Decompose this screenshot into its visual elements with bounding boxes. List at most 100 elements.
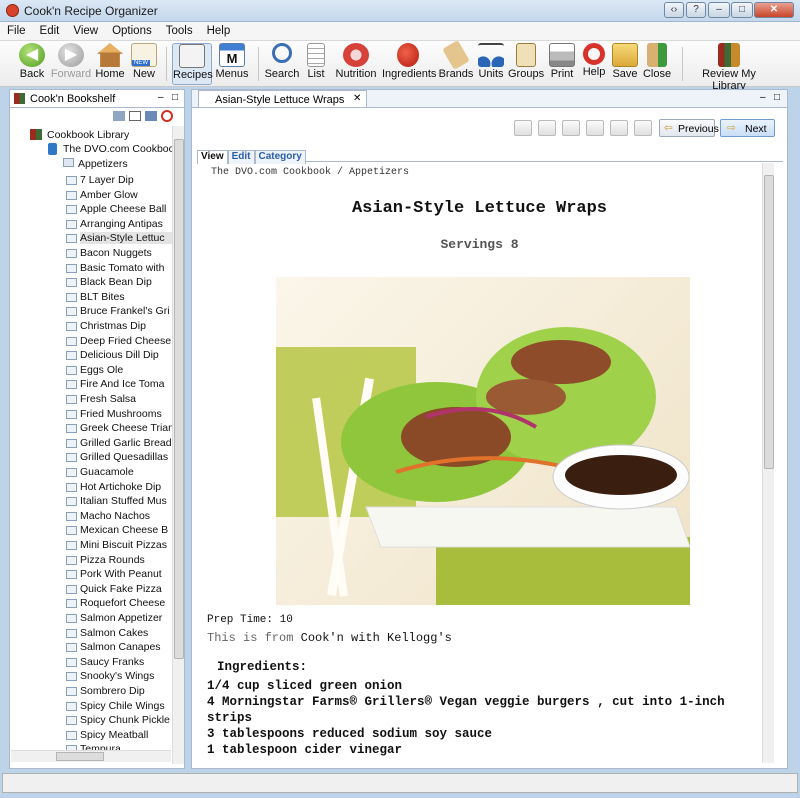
window-extra-icon[interactable]: ‹› — [664, 2, 684, 18]
tree-recipe-item[interactable]: Macho Nachos — [80, 510, 172, 522]
tree-recipe-item[interactable]: Sombrero Dip — [80, 685, 172, 697]
menu-options[interactable]: Options — [105, 22, 159, 37]
window-help-icon[interactable]: ? — [686, 2, 706, 18]
nutrition-button[interactable]: Nutrition — [334, 43, 378, 85]
tree-recipe-item[interactable]: Pork With Peanut — [80, 568, 172, 580]
menu-help[interactable]: Help — [200, 22, 238, 37]
maximize-panel-icon[interactable]: □ — [172, 92, 178, 103]
previous-button[interactable]: ⇦ Previous — [659, 119, 719, 137]
tree-recipe-item[interactable]: Spicy Chunk Pickle — [80, 714, 172, 726]
menus-button[interactable]: M Menus — [214, 43, 250, 85]
back-button[interactable]: ◀ Back — [14, 43, 50, 85]
recipes-button[interactable]: Recipes — [172, 43, 213, 85]
tree-recipe-item[interactable]: Snooky's Wings — [80, 670, 172, 682]
tree-category-appetizers[interactable]: Appetizers — [78, 158, 128, 170]
tree-recipe-item[interactable]: Salmon Cakes — [80, 627, 172, 639]
tree-recipe-item[interactable]: Hot Artichoke Dip — [80, 481, 172, 493]
menu-file[interactable]: File — [0, 22, 33, 37]
tree-recipe-item[interactable]: Christmas Dip — [80, 320, 172, 332]
tab-edit[interactable]: Edit — [227, 150, 255, 164]
tree-recipe-item[interactable]: Fried Mushrooms — [80, 408, 172, 420]
bookshelf-tool-icon[interactable] — [113, 111, 125, 121]
tree-recipe-item[interactable]: 7 Layer Dip — [80, 174, 172, 186]
nav-last-icon[interactable] — [634, 120, 652, 136]
tab-view[interactable]: View — [197, 150, 228, 164]
nav-icon[interactable] — [538, 120, 556, 136]
tree-recipe-item[interactable]: Grilled Quesadillas — [80, 451, 172, 463]
bookshelf-vertical-scrollbar[interactable] — [172, 126, 184, 764]
tree-recipe-item[interactable]: Salmon Appetizer — [80, 612, 172, 624]
next-button[interactable]: ⇨ Next — [720, 119, 775, 137]
tree-recipe-item[interactable]: Guacamole — [80, 466, 172, 478]
tree-recipe-item[interactable]: Fresh Salsa — [80, 393, 172, 405]
tree-recipe-item[interactable]: Eggs Ole — [80, 364, 172, 376]
save-button[interactable]: Save — [610, 43, 640, 85]
collapse-all-icon[interactable] — [129, 111, 141, 121]
previous-label: Previous — [678, 123, 719, 135]
nav-icon[interactable] — [610, 120, 628, 136]
nav-first-icon[interactable] — [514, 120, 532, 136]
scrollbar-thumb[interactable] — [764, 175, 774, 469]
tree-recipe-item[interactable]: Spicy Chile Wings — [80, 700, 172, 712]
print-button[interactable]: Print — [546, 43, 578, 85]
groups-button[interactable]: Groups — [508, 43, 544, 85]
delete-icon[interactable] — [161, 110, 173, 122]
tree-recipe-item[interactable]: Pizza Rounds — [80, 554, 172, 566]
tree-recipe-item[interactable]: Black Bean Dip — [80, 276, 172, 288]
close-button[interactable]: Close — [642, 43, 672, 85]
menu-tools[interactable]: Tools — [159, 22, 200, 37]
tree-recipe-item[interactable]: Asian-Style Lettuc — [80, 232, 172, 245]
tree-recipe-item[interactable]: Deep Fried Cheese — [80, 335, 172, 347]
maximize-icon[interactable]: □ — [731, 2, 753, 18]
tree-recipe-item[interactable]: BLT Bites — [80, 291, 172, 303]
tree-recipe-item[interactable]: Bruce Frankel's Gri — [80, 305, 172, 317]
tree-recipe-item[interactable]: Mexican Cheese B — [80, 524, 172, 536]
scrollbar-thumb[interactable] — [174, 139, 184, 659]
tree-recipe-item[interactable]: Delicious Dill Dip — [80, 349, 172, 361]
tree-recipe-item[interactable]: Greek Cheese Trian — [80, 422, 172, 434]
bookshelf-tab[interactable]: Cook'n Bookshelf – □ — [9, 89, 185, 107]
tree-recipe-item[interactable]: Bacon Nuggets — [80, 247, 172, 259]
tree-recipe-item[interactable]: Amber Glow — [80, 189, 172, 201]
new-button[interactable]: NEW New — [130, 43, 158, 85]
tree-recipe-item[interactable]: Apple Cheese Ball — [80, 203, 172, 215]
tree-cookbook[interactable]: The DVO.com Cookbook — [63, 143, 180, 155]
maximize-panel-icon[interactable]: □ — [774, 92, 780, 103]
units-button[interactable]: Units — [476, 43, 506, 85]
minimize-icon[interactable]: – — [708, 2, 730, 18]
tree-recipe-item[interactable]: Quick Fake Pizza — [80, 583, 172, 595]
home-button[interactable]: Home — [94, 43, 126, 85]
tree-recipe-item[interactable]: Salmon Canapes — [80, 641, 172, 653]
scrollbar-thumb[interactable] — [56, 752, 104, 761]
close-window-icon[interactable]: ✕ — [754, 2, 794, 18]
search-button[interactable]: Search — [264, 43, 300, 85]
list-button[interactable]: List — [302, 43, 330, 85]
recipe-tab[interactable]: Asian-Style Lettuce Wraps ✕ — [198, 90, 368, 108]
forward-button[interactable]: ▶ Forward — [50, 43, 92, 85]
minimize-panel-icon[interactable]: – — [158, 92, 164, 103]
nav-icon[interactable] — [562, 120, 580, 136]
brands-button[interactable]: Brands — [438, 40, 474, 85]
menu-edit[interactable]: Edit — [33, 22, 67, 37]
recipe-vertical-scrollbar[interactable] — [762, 163, 774, 763]
bookshelf-horizontal-scrollbar[interactable] — [11, 750, 171, 762]
tree-recipe-item[interactable]: Roquefort Cheese — [80, 597, 172, 609]
help-button[interactable]: Help — [580, 43, 608, 85]
tree-recipe-item[interactable]: Italian Stuffed Mus — [80, 495, 172, 507]
tree-recipe-item[interactable]: Saucy Franks — [80, 656, 172, 668]
tree-recipe-item[interactable]: Basic Tomato with — [80, 262, 172, 274]
review-library-button[interactable]: Review My Library — [688, 43, 770, 92]
tree-recipe-item[interactable]: Arranging Antipas — [80, 218, 172, 230]
tree-recipe-item[interactable]: Mini Biscuit Pizzas — [80, 539, 172, 551]
tab-close-icon[interactable]: ✕ — [353, 93, 361, 104]
tree-cookbook-library[interactable]: Cookbook Library — [47, 129, 129, 141]
minimize-panel-icon[interactable]: – — [760, 92, 766, 103]
tab-category[interactable]: Category — [254, 150, 306, 164]
export-icon[interactable] — [145, 111, 157, 121]
tree-recipe-item[interactable]: Grilled Garlic Bread — [80, 437, 172, 449]
ingredients-button[interactable]: Ingredients — [382, 43, 436, 85]
menu-view[interactable]: View — [66, 22, 105, 37]
nav-icon[interactable] — [586, 120, 604, 136]
tree-recipe-item[interactable]: Spicy Meatball — [80, 729, 172, 741]
tree-recipe-item[interactable]: Fire And Ice Toma — [80, 378, 172, 390]
